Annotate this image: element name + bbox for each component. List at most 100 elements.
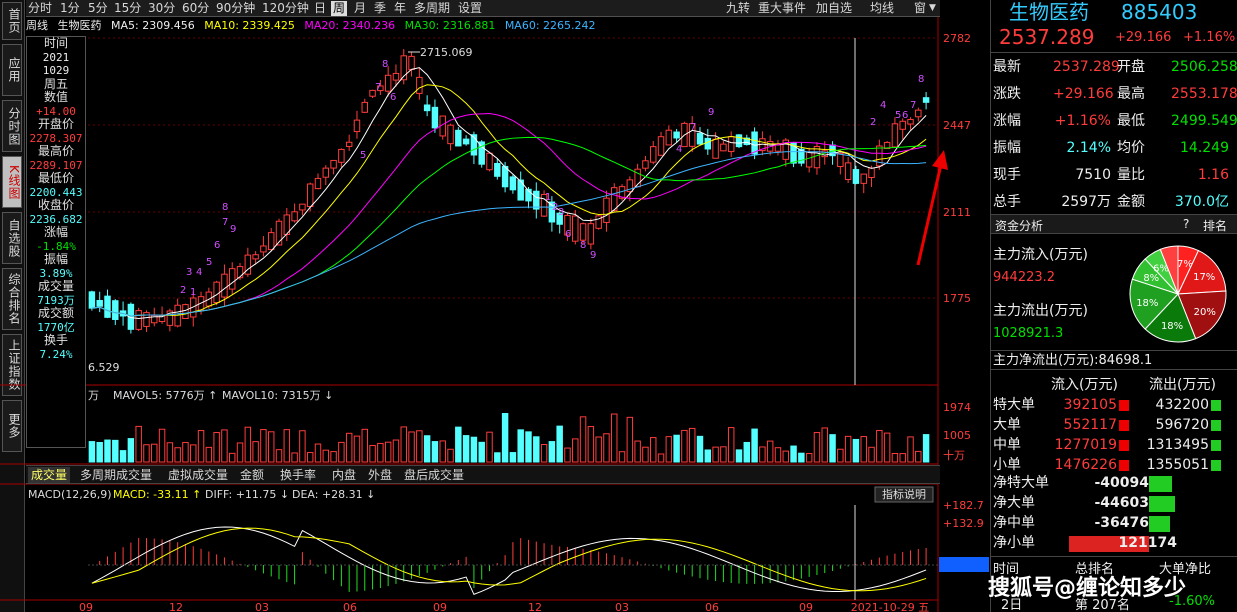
volume-bar — [548, 441, 556, 463]
time-tick: 09 — [433, 601, 447, 612]
quote-cell: 振幅 — [993, 140, 1021, 156]
volume-bar — [852, 438, 860, 463]
volume-bar — [267, 431, 275, 463]
fund-header: 资金分析 ? 排名 — [991, 214, 1237, 234]
pie-label: 20% — [1194, 307, 1216, 318]
nine-turn-label: 4 — [196, 267, 202, 278]
quote-row: 现手 7510 量比 1.16 — [993, 162, 1231, 188]
quote-cell: 1.16 — [1197, 167, 1229, 183]
tab-turnover[interactable]: 换手率 — [280, 467, 316, 483]
detail-value: +14.00 — [36, 104, 76, 118]
flow-out-bar — [1211, 440, 1221, 451]
quote-cell: 涨幅 — [993, 113, 1021, 129]
volume-bar — [805, 453, 813, 463]
candle-body — [314, 177, 322, 190]
tab-inner[interactable]: 内盘 — [332, 467, 356, 483]
nine-turn-label: 2 — [870, 117, 876, 128]
vol-tick: 1974 — [943, 401, 971, 414]
flow-out-bar — [1211, 460, 1221, 471]
quote-cell: 2506.258 — [1171, 59, 1237, 75]
flow-in: 552117 — [1063, 417, 1117, 433]
quote-cell: +29.166 — [1053, 86, 1114, 102]
volume-bar — [408, 431, 415, 463]
volume-bar — [829, 434, 836, 463]
quote-code: 885403 — [1121, 0, 1198, 24]
nine-turn-label: 9 — [590, 250, 596, 261]
nine-turn-label: 8 — [222, 202, 228, 213]
volume-bar — [166, 442, 174, 463]
volume-bar — [369, 444, 376, 463]
volume-bar — [556, 425, 563, 463]
volume-bar — [766, 440, 774, 463]
nine-turn-label: 5 — [360, 150, 366, 161]
flow-in-bar — [1119, 460, 1129, 471]
flow-row: 中单 1277019 1313495 — [993, 436, 1225, 455]
time-tick: 06 — [705, 601, 719, 612]
quote-row: 总手 2597万 金额 370.0亿 — [993, 189, 1231, 215]
tab-amount[interactable]: 金额 — [240, 467, 264, 483]
volume-bar — [291, 452, 298, 463]
help-icon[interactable]: ? — [1183, 217, 1189, 231]
volume-bar — [96, 441, 103, 463]
quote-cell: 最新 — [993, 59, 1021, 75]
volume-bar — [384, 441, 392, 463]
volume-bar — [696, 435, 704, 463]
volume-bar — [626, 416, 634, 463]
kline-chart[interactable]: 123 456789578612 3689479245 678 27822447211… — [0, 0, 990, 612]
volume-bar — [345, 432, 353, 463]
candle-body — [579, 223, 587, 241]
quote-name: 生物医药 — [1009, 0, 1089, 24]
volume-bar — [790, 445, 797, 463]
candle-body — [774, 144, 782, 152]
candle-body — [735, 134, 743, 148]
tab-volume[interactable]: 成交量 — [28, 467, 71, 483]
candle-body — [322, 167, 330, 178]
net-bar — [1149, 516, 1170, 532]
candle-body — [587, 223, 595, 245]
vol-unit: 万 — [88, 389, 99, 402]
volume-bar — [595, 436, 602, 463]
volume-bars — [88, 412, 930, 463]
mavol5: MAVOL5: 5776万 ↑ — [113, 389, 217, 402]
tab-virtual-volume[interactable]: 虚拟成交量 — [168, 467, 228, 483]
candle-body — [533, 190, 540, 210]
candle-body — [423, 104, 431, 112]
net-flow-row: 主力净流出(万元):84698.1 — [991, 350, 1237, 370]
volume-bar — [151, 443, 158, 463]
pie-label: 8% — [1143, 273, 1159, 284]
flow-label: 大单 — [993, 417, 1021, 433]
volume-bar — [127, 438, 135, 463]
volume-bar — [252, 441, 259, 463]
time-tick: 09 — [79, 601, 93, 612]
candle-body — [213, 281, 220, 304]
candle-body — [673, 131, 680, 139]
volume-bar — [922, 434, 930, 463]
macd-name: MACD(12,26,9) — [28, 488, 112, 501]
volume-bar — [712, 446, 719, 463]
tab-multi-volume[interactable]: 多周期成交量 — [80, 467, 152, 483]
candle-body — [384, 74, 392, 92]
volume-bar — [88, 441, 96, 463]
volume-bar — [650, 437, 657, 463]
tab-after-hours[interactable]: 盘后成交量 — [404, 467, 464, 483]
inflow-value: 944223.2 — [993, 270, 1056, 285]
candle-body — [899, 120, 906, 130]
tab-outer[interactable]: 外盘 — [368, 467, 392, 483]
volume-bar — [447, 448, 454, 463]
candle-body — [229, 268, 236, 290]
time-tick: 2021-10-29 五 — [851, 601, 929, 612]
volume-bar — [665, 436, 673, 463]
volume-bar — [486, 431, 493, 463]
rank-button[interactable]: 排名 — [1203, 217, 1227, 234]
volume-bar — [158, 428, 166, 463]
volume-bar — [236, 442, 244, 463]
volume-bar — [821, 427, 828, 463]
flow-row: 大单 552117 596720 — [993, 416, 1225, 435]
volume-bar — [104, 439, 111, 463]
annotation-low: 6.529 — [88, 361, 120, 374]
volume-bar — [798, 452, 805, 463]
candle-body — [392, 72, 400, 81]
detail-label: 收盘价 — [37, 198, 74, 212]
vol-tick: 1005 — [943, 429, 971, 442]
candle-body — [104, 295, 111, 318]
